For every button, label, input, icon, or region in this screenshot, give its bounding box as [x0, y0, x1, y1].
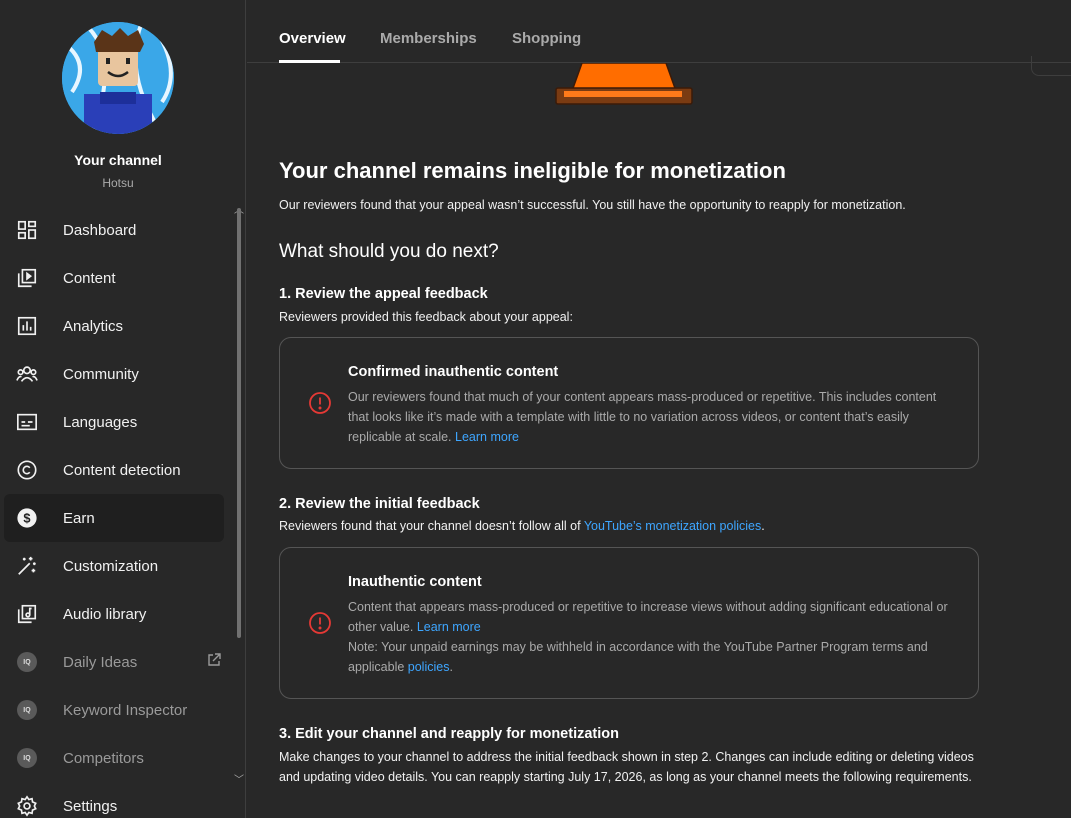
external-link-icon — [206, 652, 222, 668]
dollar-icon: $ — [16, 507, 38, 529]
error-icon — [308, 611, 332, 635]
sidebar-item-audio-library[interactable]: Audio library — [0, 590, 236, 638]
error-icon — [308, 391, 332, 415]
analytics-icon — [16, 315, 38, 337]
sidebar-item-settings[interactable]: Settings — [0, 782, 236, 818]
sidebar-item-dashboard[interactable]: Dashboard — [0, 206, 236, 254]
sidebar-item-competitors[interactable]: IQ Competitors — [0, 734, 236, 782]
sidebar-item-label: Content detection — [63, 461, 181, 479]
extension-badge-icon: IQ — [16, 699, 38, 721]
extension-badge: IQ — [17, 748, 37, 768]
community-icon — [16, 363, 38, 385]
initial-feedback-title: Inauthentic content — [348, 574, 482, 590]
sidebar-item-label: Competitors — [63, 749, 144, 767]
step3-title: 3. Edit your channel and reapply for mon… — [279, 726, 619, 742]
tab-shopping[interactable]: Shopping — [512, 30, 581, 47]
page-title: Your channel remains ineligible for mone… — [279, 158, 786, 183]
initial-feedback-body: Content that appears mass-produced or re… — [348, 597, 958, 677]
step2-title: 2. Review the initial feedback — [279, 496, 480, 512]
sidebar-nav: Dashboard Content Analytics Community La… — [0, 206, 236, 818]
content-icon — [16, 267, 38, 289]
sidebar-item-label: Languages — [63, 413, 138, 431]
sidebar-item-label: Keyword Inspector — [63, 701, 188, 719]
main-panel: Overview Memberships Shopping Your chann… — [247, 0, 1071, 818]
sidebar: Your channel Hotsu ︿ ﹀ Dashboard Content… — [0, 0, 246, 818]
next-steps-heading: What should you do next? — [279, 241, 499, 262]
copyright-icon — [16, 459, 38, 481]
step1-text: Reviewers provided this feedback about y… — [279, 310, 573, 324]
sidebar-item-label: Earn — [63, 509, 95, 527]
svg-text:$: $ — [23, 511, 30, 526]
step1-title: 1. Review the appeal feedback — [279, 286, 488, 302]
sidebar-item-languages[interactable]: Languages — [0, 398, 236, 446]
sidebar-item-label: Settings — [63, 797, 118, 815]
sidebar-item-community[interactable]: Community — [0, 350, 236, 398]
magic-wand-icon — [16, 555, 38, 577]
step2-text: Reviewers found that your channel doesn’… — [279, 519, 765, 533]
dashboard-icon — [16, 219, 38, 241]
traffic-cone-illustration — [554, 62, 694, 112]
avatar[interactable] — [62, 22, 174, 134]
earnings-note-suffix: . — [449, 660, 453, 674]
sidebar-item-label: Customization — [63, 557, 159, 575]
tab-memberships[interactable]: Memberships — [380, 30, 477, 47]
extension-badge: IQ — [17, 700, 37, 720]
page-subtitle: Our reviewers found that your appeal was… — [279, 198, 906, 212]
extension-badge: IQ — [17, 652, 37, 672]
extension-badge-icon: IQ — [16, 651, 38, 673]
sidebar-item-label: Daily Ideas — [63, 653, 138, 671]
panel-corner — [1031, 56, 1071, 76]
appeal-feedback-body: Our reviewers found that much of your co… — [348, 387, 958, 447]
tab-bar: Overview Memberships Shopping — [247, 0, 1071, 63]
sidebar-scrollbar[interactable] — [237, 208, 241, 638]
sidebar-item-keyword-inspector[interactable]: IQ Keyword Inspector — [0, 686, 236, 734]
appeal-feedback-title: Confirmed inauthentic content — [348, 364, 559, 380]
initial-feedback-card: Inauthentic content Content that appears… — [279, 547, 979, 699]
sidebar-item-label: Audio library — [63, 605, 147, 623]
audio-library-icon — [16, 603, 38, 625]
active-tab-indicator — [279, 60, 340, 63]
gear-icon — [16, 795, 38, 817]
sidebar-item-label: Analytics — [63, 317, 124, 335]
sidebar-item-analytics[interactable]: Analytics — [0, 302, 236, 350]
step3-text: Make changes to your channel to address … — [279, 750, 974, 784]
policies-link[interactable]: policies — [408, 660, 450, 674]
languages-icon — [16, 411, 38, 433]
sidebar-item-label: Dashboard — [63, 221, 137, 239]
sidebar-item-content[interactable]: Content — [0, 254, 236, 302]
extension-badge-icon: IQ — [16, 747, 38, 769]
step2-text-prefix: Reviewers found that your channel doesn’… — [279, 519, 584, 533]
learn-more-link[interactable]: Learn more — [455, 430, 519, 444]
sidebar-item-label: Community — [63, 365, 139, 383]
learn-more-link[interactable]: Learn more — [417, 620, 481, 634]
channel-handle: Hotsu — [102, 176, 134, 190]
sidebar-item-daily-ideas[interactable]: IQ Daily Ideas — [0, 638, 236, 686]
step2-text-suffix: . — [761, 519, 765, 533]
sidebar-item-content-detection[interactable]: Content detection — [0, 446, 236, 494]
tab-overview[interactable]: Overview — [279, 30, 346, 47]
appeal-feedback-text: Our reviewers found that much of your co… — [348, 390, 937, 444]
sidebar-item-label: Content — [63, 269, 116, 287]
monetization-policies-link[interactable]: YouTube’s monetization policies — [584, 519, 761, 533]
appeal-feedback-card: Confirmed inauthentic content Our review… — [279, 337, 979, 469]
sidebar-item-customization[interactable]: Customization — [0, 542, 236, 590]
channel-title: Your channel — [74, 152, 162, 168]
sidebar-item-earn[interactable]: $ Earn — [4, 494, 224, 542]
